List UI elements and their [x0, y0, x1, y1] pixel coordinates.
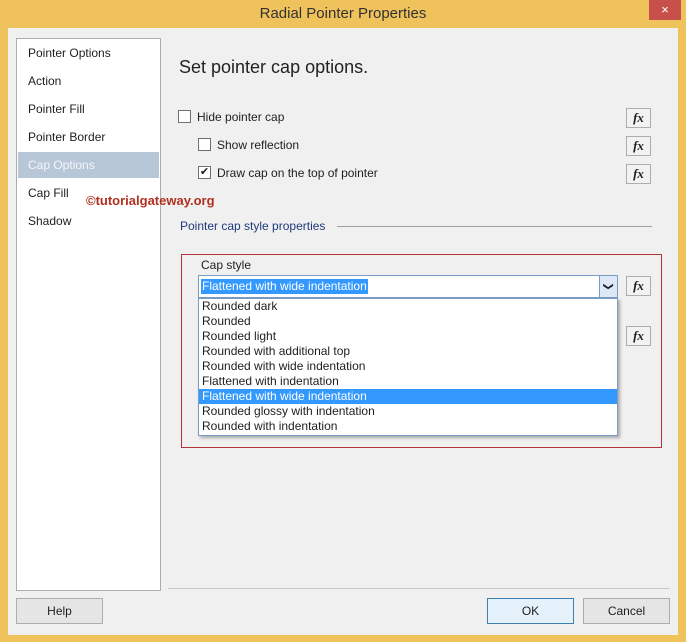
dropdown-option[interactable]: Flattened with indentation	[199, 374, 617, 389]
dropdown-option[interactable]: Rounded dark	[199, 299, 617, 314]
dropdown-option-selected[interactable]: Flattened with wide indentation	[199, 389, 617, 404]
cancel-button[interactable]: Cancel	[583, 598, 670, 624]
dropdown-arrow-glyph: ❯	[602, 282, 614, 291]
footer-divider	[168, 588, 670, 589]
hide-pointer-cap-fx-button[interactable]: fx	[626, 108, 651, 128]
show-reflection-fx-button[interactable]: fx	[626, 136, 651, 156]
sidebar-item-pointer-border[interactable]: Pointer Border	[18, 124, 159, 150]
draw-cap-on-top-label: Draw cap on the top of pointer	[217, 166, 378, 180]
show-reflection-label: Show reflection	[217, 138, 300, 152]
group-divider	[337, 226, 652, 227]
dropdown-option[interactable]: Rounded light	[199, 329, 617, 344]
dropdown-option[interactable]: Rounded	[199, 314, 617, 329]
chevron-down-icon[interactable]: ❯	[599, 276, 617, 297]
cap-style-options-list: Rounded dark Rounded Rounded light Round…	[198, 298, 618, 436]
sidebar-item-cap-options[interactable]: Cap Options	[18, 152, 159, 178]
watermark: ©tutorialgateway.org	[86, 193, 215, 208]
ok-button[interactable]: OK	[487, 598, 574, 624]
sidebar-item-shadow[interactable]: Shadow	[18, 208, 159, 234]
hide-pointer-cap-label: Hide pointer cap	[197, 110, 285, 124]
cap-style-fx-button[interactable]: fx	[626, 276, 651, 296]
dropdown-option[interactable]: Rounded glossy with indentation	[199, 404, 617, 419]
draw-cap-on-top-fx-button[interactable]: fx	[626, 164, 651, 184]
help-button[interactable]: Help	[16, 598, 103, 624]
group-label: Pointer cap style properties	[180, 219, 326, 233]
checkmark-icon: ✔	[199, 166, 210, 178]
dropdown-option[interactable]: Rounded with wide indentation	[199, 359, 617, 374]
sidebar-item-action[interactable]: Action	[18, 68, 159, 94]
window-title: Radial Pointer Properties	[259, 5, 427, 22]
show-reflection-checkbox[interactable]	[198, 138, 211, 151]
draw-cap-on-top-checkbox[interactable]: ✔	[198, 166, 211, 179]
hide-pointer-cap-checkbox[interactable]	[178, 110, 191, 123]
dropdown-option[interactable]: Rounded with indentation	[199, 419, 617, 434]
sidebar-item-pointer-options[interactable]: Pointer Options	[18, 40, 159, 66]
dropdown-option[interactable]: Rounded with additional top	[199, 344, 617, 359]
cap-style-dropdown[interactable]: Flattened with wide indentation ❯	[198, 275, 618, 298]
sidebar: Pointer Options Action Pointer Fill Poin…	[16, 38, 161, 591]
cap-style-label: Cap style	[201, 258, 252, 272]
page-title: Set pointer cap options.	[179, 57, 369, 77]
property-fx-button[interactable]: fx	[626, 326, 651, 346]
cap-style-value: Flattened with wide indentation	[201, 279, 368, 294]
sidebar-item-pointer-fill[interactable]: Pointer Fill	[18, 96, 159, 122]
close-button[interactable]: ×	[649, 0, 681, 20]
